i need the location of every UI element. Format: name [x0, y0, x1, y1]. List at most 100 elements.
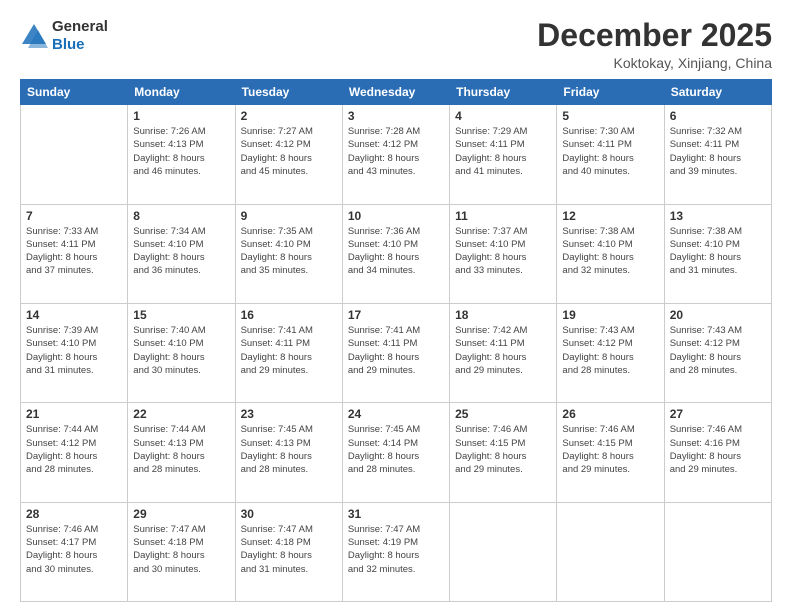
day-info: Sunrise: 7:32 AM Sunset: 4:11 PM Dayligh… — [670, 125, 766, 178]
day-info: Sunrise: 7:47 AM Sunset: 4:19 PM Dayligh… — [348, 523, 444, 576]
calendar-table: SundayMondayTuesdayWednesdayThursdayFrid… — [20, 79, 772, 602]
calendar-cell: 17Sunrise: 7:41 AM Sunset: 4:11 PM Dayli… — [342, 303, 449, 402]
day-info: Sunrise: 7:28 AM Sunset: 4:12 PM Dayligh… — [348, 125, 444, 178]
day-number: 26 — [562, 407, 658, 421]
day-info: Sunrise: 7:43 AM Sunset: 4:12 PM Dayligh… — [670, 324, 766, 377]
calendar-cell — [664, 502, 771, 601]
calendar-cell: 6 Sunrise: 7:32 AM Sunset: 4:11 PM Daylig… — [664, 105, 771, 204]
calendar-cell: 11Sunrise: 7:37 AM Sunset: 4:10 PM Dayli… — [450, 204, 557, 303]
calendar-cell: 8 Sunrise: 7:34 AM Sunset: 4:10 PM Daylig… — [128, 204, 235, 303]
calendar-cell: 27Sunrise: 7:46 AM Sunset: 4:16 PM Dayli… — [664, 403, 771, 502]
day-info: Sunrise: 7:39 AM Sunset: 4:10 PM Dayligh… — [26, 324, 122, 377]
calendar-cell: 30Sunrise: 7:47 AM Sunset: 4:18 PM Dayli… — [235, 502, 342, 601]
day-info: Sunrise: 7:29 AM Sunset: 4:11 PM Dayligh… — [455, 125, 551, 178]
week-row-1: 1 Sunrise: 7:26 AM Sunset: 4:13 PM Daylig… — [21, 105, 772, 204]
day-number: 1 — [133, 109, 229, 123]
calendar-cell: 5 Sunrise: 7:30 AM Sunset: 4:11 PM Daylig… — [557, 105, 664, 204]
calendar-cell: 13 Sunrise: 7:38 AM Sunset: 4:10 PM Dayli… — [664, 204, 771, 303]
logo-icon — [20, 22, 48, 50]
day-info: Sunrise: 7:46 AM Sunset: 4:15 PM Dayligh… — [562, 423, 658, 476]
day-number: 4 — [455, 109, 551, 123]
day-number: 5 — [562, 109, 658, 123]
calendar-cell: 4 Sunrise: 7:29 AM Sunset: 4:11 PM Daylig… — [450, 105, 557, 204]
day-number: 28 — [26, 507, 122, 521]
col-header-tuesday: Tuesday — [235, 80, 342, 105]
day-number: 19 — [562, 308, 658, 322]
calendar-cell: 16Sunrise: 7:41 AM Sunset: 4:11 PM Dayli… — [235, 303, 342, 402]
day-number: 14 — [26, 308, 122, 322]
calendar-cell — [557, 502, 664, 601]
day-number: 23 — [241, 407, 337, 421]
day-info: Sunrise: 7:36 AM Sunset: 4:10 PM Dayligh… — [348, 225, 444, 278]
week-row-3: 14 Sunrise: 7:39 AM Sunset: 4:10 PM Dayli… — [21, 303, 772, 402]
day-number: 22 — [133, 407, 229, 421]
day-number: 7 — [26, 209, 122, 223]
col-header-sunday: Sunday — [21, 80, 128, 105]
col-header-friday: Friday — [557, 80, 664, 105]
calendar-cell: 25 Sunrise: 7:46 AM Sunset: 4:15 PM Dayli… — [450, 403, 557, 502]
day-info: Sunrise: 7:42 AM Sunset: 4:11 PM Dayligh… — [455, 324, 551, 377]
day-number: 25 — [455, 407, 551, 421]
day-number: 31 — [348, 507, 444, 521]
calendar-cell: 26 Sunrise: 7:46 AM Sunset: 4:15 PM Dayli… — [557, 403, 664, 502]
day-info: Sunrise: 7:41 AM Sunset: 4:11 PM Dayligh… — [348, 324, 444, 377]
col-header-wednesday: Wednesday — [342, 80, 449, 105]
day-info: Sunrise: 7:45 AM Sunset: 4:14 PM Dayligh… — [348, 423, 444, 476]
day-number: 12 — [562, 209, 658, 223]
day-number: 13 — [670, 209, 766, 223]
day-number: 11 — [455, 209, 551, 223]
day-number: 30 — [241, 507, 337, 521]
day-number: 24 — [348, 407, 444, 421]
day-number: 6 — [670, 109, 766, 123]
logo: General Blue — [20, 18, 108, 54]
calendar-cell: 18 Sunrise: 7:42 AM Sunset: 4:11 PM Dayli… — [450, 303, 557, 402]
day-info: Sunrise: 7:44 AM Sunset: 4:13 PM Dayligh… — [133, 423, 229, 476]
calendar-cell: 10 Sunrise: 7:36 AM Sunset: 4:10 PM Dayli… — [342, 204, 449, 303]
calendar-cell: 21 Sunrise: 7:44 AM Sunset: 4:12 PM Dayli… — [21, 403, 128, 502]
page: General Blue December 2025 Koktokay, Xin… — [0, 0, 792, 612]
day-info: Sunrise: 7:40 AM Sunset: 4:10 PM Dayligh… — [133, 324, 229, 377]
logo-general: General — [52, 18, 108, 35]
header: General Blue December 2025 Koktokay, Xin… — [20, 18, 772, 71]
logo-blue: Blue — [52, 36, 85, 53]
calendar-cell: 19 Sunrise: 7:43 AM Sunset: 4:12 PM Dayli… — [557, 303, 664, 402]
day-info: Sunrise: 7:30 AM Sunset: 4:11 PM Dayligh… — [562, 125, 658, 178]
title-block: December 2025 Koktokay, Xinjiang, China — [537, 18, 772, 71]
calendar-cell: 2Sunrise: 7:27 AM Sunset: 4:12 PM Daylig… — [235, 105, 342, 204]
day-number: 18 — [455, 308, 551, 322]
day-info: Sunrise: 7:26 AM Sunset: 4:13 PM Dayligh… — [133, 125, 229, 178]
calendar-cell: 20Sunrise: 7:43 AM Sunset: 4:12 PM Dayli… — [664, 303, 771, 402]
calendar-cell — [450, 502, 557, 601]
day-info: Sunrise: 7:47 AM Sunset: 4:18 PM Dayligh… — [133, 523, 229, 576]
week-row-5: 28 Sunrise: 7:46 AM Sunset: 4:17 PM Dayli… — [21, 502, 772, 601]
week-row-4: 21 Sunrise: 7:44 AM Sunset: 4:12 PM Dayli… — [21, 403, 772, 502]
day-number: 8 — [133, 209, 229, 223]
calendar-cell: 15Sunrise: 7:40 AM Sunset: 4:10 PM Dayli… — [128, 303, 235, 402]
col-header-saturday: Saturday — [664, 80, 771, 105]
calendar-cell: 7 Sunrise: 7:33 AM Sunset: 4:11 PM Daylig… — [21, 204, 128, 303]
month-title: December 2025 — [537, 18, 772, 53]
calendar-cell: 14 Sunrise: 7:39 AM Sunset: 4:10 PM Dayli… — [21, 303, 128, 402]
calendar-header-row: SundayMondayTuesdayWednesdayThursdayFrid… — [21, 80, 772, 105]
calendar-cell: 1 Sunrise: 7:26 AM Sunset: 4:13 PM Daylig… — [128, 105, 235, 204]
day-info: Sunrise: 7:46 AM Sunset: 4:17 PM Dayligh… — [26, 523, 122, 576]
day-info: Sunrise: 7:33 AM Sunset: 4:11 PM Dayligh… — [26, 225, 122, 278]
day-info: Sunrise: 7:38 AM Sunset: 4:10 PM Dayligh… — [670, 225, 766, 278]
day-number: 10 — [348, 209, 444, 223]
calendar-cell: 9Sunrise: 7:35 AM Sunset: 4:10 PM Daylig… — [235, 204, 342, 303]
calendar-cell: 3 Sunrise: 7:28 AM Sunset: 4:12 PM Daylig… — [342, 105, 449, 204]
day-number: 29 — [133, 507, 229, 521]
day-number: 2 — [241, 109, 337, 123]
day-info: Sunrise: 7:44 AM Sunset: 4:12 PM Dayligh… — [26, 423, 122, 476]
calendar-cell: 23Sunrise: 7:45 AM Sunset: 4:13 PM Dayli… — [235, 403, 342, 502]
day-number: 3 — [348, 109, 444, 123]
calendar-cell: 22 Sunrise: 7:44 AM Sunset: 4:13 PM Dayli… — [128, 403, 235, 502]
day-info: Sunrise: 7:38 AM Sunset: 4:10 PM Dayligh… — [562, 225, 658, 278]
day-number: 21 — [26, 407, 122, 421]
day-number: 27 — [670, 407, 766, 421]
day-info: Sunrise: 7:46 AM Sunset: 4:15 PM Dayligh… — [455, 423, 551, 476]
day-number: 16 — [241, 308, 337, 322]
day-info: Sunrise: 7:34 AM Sunset: 4:10 PM Dayligh… — [133, 225, 229, 278]
day-info: Sunrise: 7:43 AM Sunset: 4:12 PM Dayligh… — [562, 324, 658, 377]
calendar-cell: 31 Sunrise: 7:47 AM Sunset: 4:19 PM Dayli… — [342, 502, 449, 601]
